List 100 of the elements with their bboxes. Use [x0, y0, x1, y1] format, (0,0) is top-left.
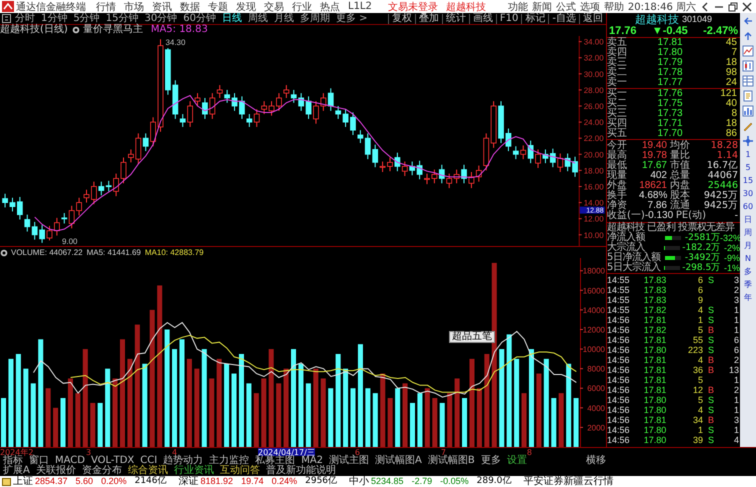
up-arrow-icon[interactable]: [742, 30, 754, 42]
tab[interactable]: 测试幅图A: [372, 456, 425, 466]
close-icon[interactable]: [742, 2, 752, 12]
candle-icon[interactable]: [742, 60, 754, 72]
document-icon[interactable]: [742, 90, 754, 102]
period-button[interactable]: 1: [745, 150, 751, 160]
period-button[interactable]: 月: [744, 241, 752, 251]
stat-label: 净资: [607, 201, 627, 211]
indicator-name[interactable]: 量价寻黑马主: [82, 25, 143, 36]
tab[interactable]: CCI: [137, 456, 160, 466]
bar-chart-icon[interactable]: [742, 105, 754, 117]
period-tab[interactable]: 月线: [274, 14, 294, 24]
menu-item[interactable]: 交易: [264, 0, 284, 14]
period-tab[interactable]: 60分钟: [183, 14, 216, 24]
tab[interactable]: 资金分布: [78, 466, 125, 476]
trade-time: 14:56: [607, 355, 631, 365]
tab[interactable]: 私募主图: [252, 456, 298, 466]
tab[interactable]: 主力监控: [206, 456, 252, 466]
menu-item[interactable]: 帮助: [604, 0, 624, 14]
index-name: 深证: [178, 476, 199, 487]
menu-item[interactable]: 专题: [208, 0, 228, 14]
left-arrow-icon[interactable]: [742, 15, 754, 27]
axis-label: 16000: [582, 286, 605, 296]
indicator-icon[interactable]: [0, 248, 8, 256]
period-tab[interactable]: 1分钟: [41, 14, 68, 24]
toolbar-button[interactable]: F10: [496, 14, 522, 24]
menu-item[interactable]: 选项: [580, 0, 600, 14]
trade-time: 14:55: [607, 305, 631, 315]
period-button[interactable]: N: [745, 254, 751, 264]
order-price: 17.75: [656, 99, 684, 109]
period-tab[interactable]: 15分钟: [106, 14, 138, 24]
period-tab[interactable]: 更多 >: [336, 14, 368, 24]
period-button[interactable]: 日: [744, 215, 752, 225]
trade-price: 17.83: [642, 275, 668, 285]
toolbar-button[interactable]: -自选: [548, 14, 579, 24]
grid-icon[interactable]: [2, 14, 11, 23]
tab[interactable]: 普及新功能说明: [262, 466, 339, 476]
menu-item[interactable]: 公式: [556, 0, 576, 14]
period-tab[interactable]: 30分钟: [144, 14, 178, 24]
tab[interactable]: 关联报价: [32, 466, 79, 476]
menu-item[interactable]: 行业: [292, 0, 312, 14]
toolbar-button[interactable]: 画线: [468, 14, 496, 24]
tab[interactable]: 扩展A: [0, 466, 33, 476]
tab[interactable]: 测试主图: [326, 456, 372, 466]
tab[interactable]: 测试幅图B: [424, 456, 478, 466]
menu-item[interactable]: 行情: [96, 0, 116, 14]
period-tab[interactable]: 分时: [15, 14, 35, 24]
period-button[interactable]: 年: [744, 293, 752, 303]
period-tab[interactable]: 5分钟: [73, 14, 100, 24]
period-button[interactable]: 季: [744, 280, 752, 290]
tab[interactable]: 行业资讯: [170, 466, 217, 476]
tab[interactable]: 互动问答: [216, 466, 263, 476]
menu-item[interactable]: 市场: [124, 0, 144, 14]
menu-item[interactable]: 热点: [320, 0, 340, 14]
tab[interactable]: MA2: [298, 456, 326, 466]
tab[interactable]: MACD: [52, 456, 88, 466]
line-chart-icon[interactable]: [742, 45, 754, 57]
period-button[interactable]: 多: [744, 267, 752, 277]
back-icon[interactable]: [700, 2, 710, 12]
indicator-icon[interactable]: [72, 26, 80, 34]
period-tab[interactable]: 日线: [222, 14, 242, 24]
menu-item[interactable]: 新闻: [532, 0, 552, 14]
menu-item[interactable]: 数据: [180, 0, 200, 14]
tab[interactable]: 趋势动力: [160, 456, 206, 466]
move-icon[interactable]: [742, 135, 754, 147]
period-tab[interactable]: 周线: [248, 14, 268, 24]
index-value: 8181.92: [200, 476, 234, 487]
restore-icon[interactable]: [728, 2, 738, 12]
volume-bar: [372, 393, 378, 447]
notice-link[interactable]: 文易未登录: [388, 0, 438, 14]
period-button[interactable]: 15: [742, 176, 754, 186]
order-volume: 7: [730, 48, 738, 58]
tab[interactable]: 窗口: [26, 456, 52, 466]
tab[interactable]: 更多: [478, 456, 504, 466]
menu-item[interactable]: 资讯: [152, 0, 172, 14]
tab[interactable]: 综合资讯: [124, 466, 171, 476]
notice-link[interactable]: 超越科技: [446, 0, 486, 14]
trade-price: 17.80: [642, 395, 668, 405]
toolbar-button[interactable]: 复权: [388, 14, 415, 24]
period-tab[interactable]: 多周期: [300, 14, 330, 24]
pencil-icon[interactable]: [742, 120, 754, 132]
period-button[interactable]: 5: [745, 163, 751, 173]
period-button[interactable]: 30: [742, 189, 754, 199]
toolbar-button[interactable]: 叠加: [414, 14, 442, 24]
pan-label[interactable]: 横移: [586, 456, 606, 466]
tab[interactable]: 设置: [504, 456, 530, 466]
toolbar-button[interactable]: 统计: [442, 14, 469, 24]
period-button[interactable]: 60: [742, 202, 754, 212]
square-icon[interactable]: [2, 478, 11, 486]
clock-text: 20:18:46 周六: [628, 0, 696, 14]
menu-item[interactable]: 发现: [236, 0, 256, 14]
menu-item[interactable]: 功能: [508, 0, 528, 14]
tab[interactable]: 指标: [0, 456, 26, 466]
toolbar-button[interactable]: 标记: [521, 14, 548, 24]
period-button[interactable]: 周: [744, 228, 752, 238]
order-volume: 18: [724, 58, 738, 68]
table-icon[interactable]: [742, 75, 754, 87]
menu-item[interactable]: L1L2: [348, 1, 372, 12]
tab[interactable]: VOL-TDX: [88, 456, 138, 466]
toolbar-button[interactable]: 返回: [579, 14, 606, 24]
